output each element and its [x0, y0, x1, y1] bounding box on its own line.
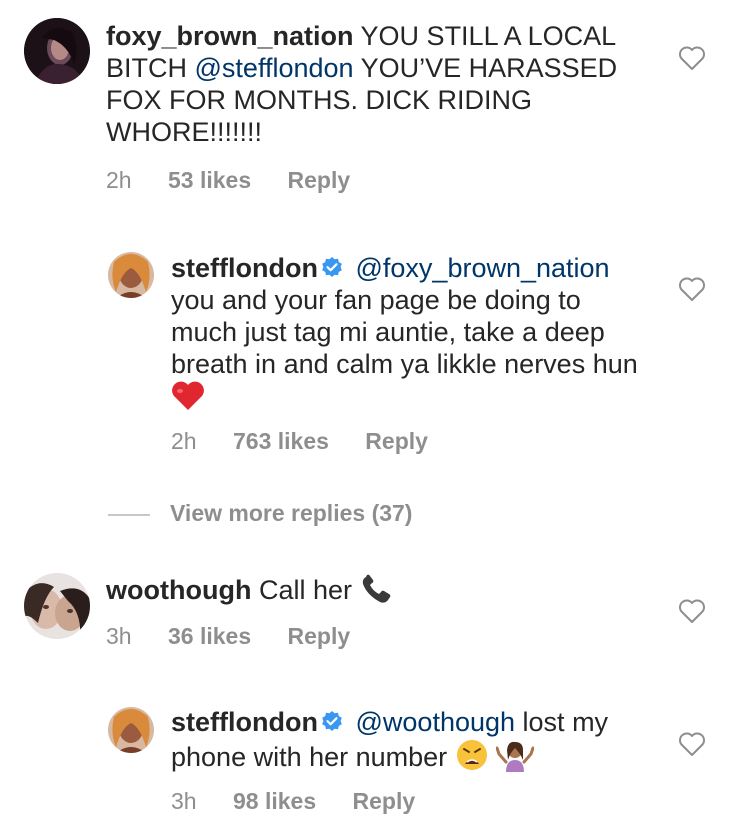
reply-button[interactable]: Reply — [288, 167, 351, 193]
timestamp: 2h — [106, 167, 132, 193]
reply-button[interactable]: Reply — [365, 428, 428, 454]
comment-text: foxy_brown_nation YOU STILL A LOCAL BITC… — [106, 20, 666, 148]
heart-icon[interactable] — [678, 598, 706, 624]
weary-face-icon — [456, 740, 487, 770]
verified-badge-icon — [322, 711, 342, 731]
heart-icon[interactable] — [678, 45, 706, 71]
avatar-woothough[interactable] — [24, 573, 90, 639]
avatar-stefflondon[interactable] — [108, 707, 154, 753]
heart-icon[interactable] — [678, 731, 706, 757]
mention-link[interactable]: @foxy_brown_nation — [356, 253, 610, 283]
comment-foxy-brown-nation: foxy_brown_nation YOU STILL A LOCAL BITC… — [0, 0, 750, 200]
comment-woothough: woothough Call her 3h 36 likes Reply — [0, 560, 750, 670]
avatar-stefflondon[interactable] — [108, 252, 154, 298]
mention-link[interactable]: @woothough — [356, 707, 516, 737]
comment-text: stefflondon @woothough lost my phone wit… — [171, 706, 651, 773]
telephone-receiver-icon — [362, 574, 390, 603]
timestamp: 3h — [171, 788, 197, 814]
avatar-foxy-brown-nation[interactable] — [24, 18, 90, 84]
mention-link[interactable]: @stefflondon — [195, 53, 354, 83]
username[interactable]: stefflondon — [171, 707, 318, 737]
reply-stefflondon-2: stefflondon @woothough lost my phone wit… — [0, 695, 750, 835]
comment-text: stefflondon @foxy_brown_nation you and y… — [171, 252, 651, 412]
likes-count[interactable]: 763 likes — [233, 428, 329, 454]
username[interactable]: woothough — [106, 575, 251, 605]
likes-count[interactable]: 53 likes — [168, 167, 251, 193]
comment-meta: 2h 53 likes Reply — [106, 167, 380, 194]
reply-stefflondon-1: stefflondon @foxy_brown_nation you and y… — [0, 240, 750, 480]
username[interactable]: foxy_brown_nation — [106, 21, 354, 51]
person-shrugging-icon — [496, 741, 535, 772]
reply-button[interactable]: Reply — [353, 788, 416, 814]
likes-count[interactable]: 36 likes — [168, 623, 251, 649]
heart-icon[interactable] — [678, 276, 706, 302]
timestamp: 3h — [106, 623, 132, 649]
comment-meta: 2h 763 likes Reply — [171, 428, 458, 455]
likes-count[interactable]: 98 likes — [233, 788, 316, 814]
red-heart-icon — [172, 381, 204, 410]
comment-body: you and your fan page be doing to much j… — [171, 285, 638, 379]
verified-badge-icon — [322, 257, 342, 277]
comment-body: Call her — [258, 575, 353, 605]
username[interactable]: stefflondon — [171, 253, 318, 283]
comment-meta: 3h 98 likes Reply — [171, 788, 445, 815]
view-more-replies-label[interactable]: View more replies (37) — [170, 500, 412, 527]
divider-line — [108, 514, 150, 516]
reply-button[interactable]: Reply — [288, 623, 351, 649]
timestamp: 2h — [171, 428, 197, 454]
comment-text: woothough Call her — [106, 573, 666, 606]
comment-meta: 3h 36 likes Reply — [106, 623, 380, 650]
